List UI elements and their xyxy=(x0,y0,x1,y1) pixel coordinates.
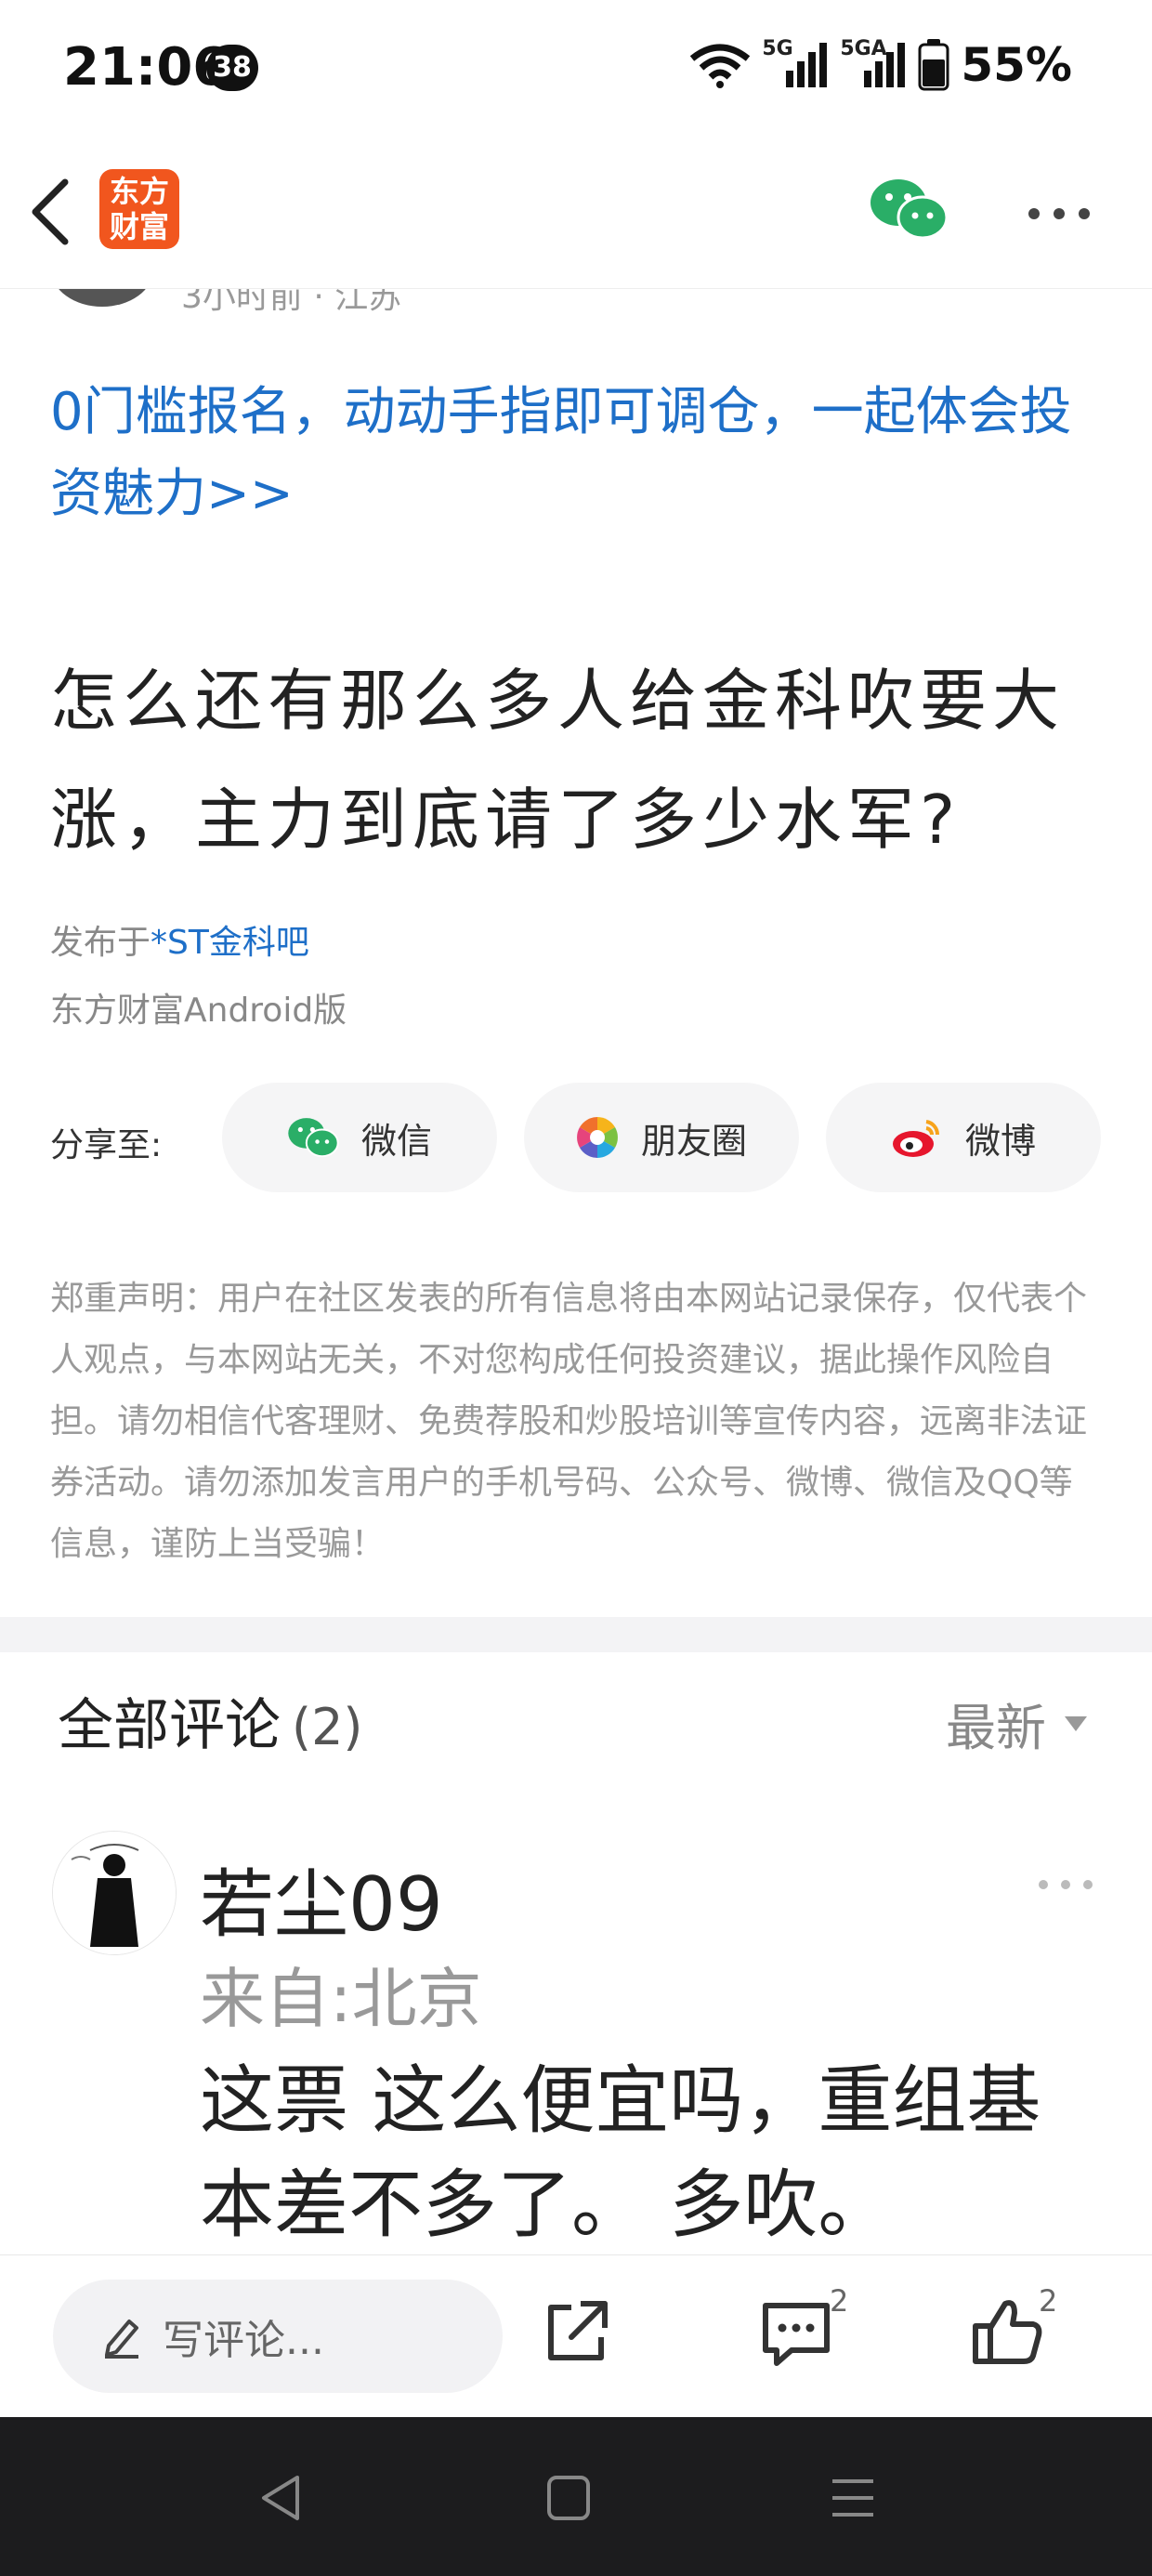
commenter-location: 来自:北京 xyxy=(200,1961,482,2037)
share-row: 分享至: 微信 朋友圈 微博 xyxy=(50,1083,1109,1194)
published-prefix: 发布于 xyxy=(50,924,151,962)
status-time: 21:06 xyxy=(63,37,229,98)
signal-5g-icon: 5G xyxy=(762,37,829,93)
bottom-action-bar: 写评论... 2 2 xyxy=(0,2254,1152,2417)
status-bar: 21:06 38 5G 5GA 55% xyxy=(0,0,1152,139)
chevron-down-icon xyxy=(1065,1715,1087,1731)
comments-count: (2) xyxy=(292,1698,363,1756)
moments-icon xyxy=(577,1117,618,1158)
battery-percentage: 55% xyxy=(961,38,1072,92)
logo-text-line1: 东方 xyxy=(109,174,169,209)
comment-sort-dropdown[interactable]: 最新 xyxy=(946,1687,1087,1760)
wechat-share-icon[interactable] xyxy=(869,177,949,242)
write-comment-placeholder: 写评论... xyxy=(163,2317,324,2364)
sort-label: 最新 xyxy=(946,1699,1046,1757)
share-wechat-button[interactable]: 微信 xyxy=(222,1083,497,1192)
disclaimer-text: 郑重声明：用户在社区发表的所有信息将由本网站记录保存，仅代表个人观点，与本网站无… xyxy=(50,1280,1088,1563)
write-comment-input[interactable]: 写评论... xyxy=(53,2280,503,2393)
thumbs-up-icon[interactable] xyxy=(966,2291,1050,2374)
signal-5ga-icon: 5GA xyxy=(840,37,907,93)
comment-more-icon[interactable] xyxy=(1036,1877,1096,1892)
app-bar: 东方 财富 xyxy=(0,139,1152,289)
system-navigation-bar xyxy=(0,2416,1152,2576)
post-title: 怎么还有那么多人给金科吹要大涨，主力到底请了多少水军? xyxy=(50,662,1066,859)
commenter-avatar[interactable] xyxy=(52,1831,177,1955)
post-source: 东方财富Android版 xyxy=(50,992,347,1030)
share-external-icon[interactable] xyxy=(534,2291,618,2374)
comments-heading-label: 全部评论 xyxy=(58,1693,281,1758)
comment-count-badge: 2 xyxy=(830,2283,849,2319)
nav-home-icon[interactable] xyxy=(545,2472,592,2524)
battery-icon xyxy=(918,39,949,91)
eastmoney-logo[interactable]: 东方 财富 xyxy=(99,169,179,249)
promo-link[interactable]: 0门槛报名，动动手指即可调仓，一起体会投资魅力>> xyxy=(50,372,1119,535)
comment-text: 这票 这么便宜吗，重组基本差不多了。 多吹。 xyxy=(200,2057,1041,2248)
back-arrow-icon[interactable] xyxy=(24,175,80,249)
more-options-icon[interactable] xyxy=(1027,204,1092,223)
published-in: 发布于*ST金科吧 xyxy=(50,915,309,964)
bar-link[interactable]: *ST金科吧 xyxy=(151,924,309,962)
share-weibo-label: 微博 xyxy=(964,1120,1036,1162)
wifi-icon xyxy=(690,44,751,88)
comments-heading: 全部评论 (2) xyxy=(58,1680,363,1761)
notification-count-badge: 38 xyxy=(206,45,258,91)
weibo-icon xyxy=(892,1120,939,1157)
like-count-badge: 2 xyxy=(1039,2283,1058,2319)
commenter-name[interactable]: 若尘09 xyxy=(200,1845,443,1952)
share-label: 分享至: xyxy=(50,1126,163,1164)
share-moments-button[interactable]: 朋友圈 xyxy=(524,1083,799,1192)
section-divider xyxy=(0,1617,1152,1652)
avatar-figure-icon xyxy=(53,1832,176,1954)
logo-text-line2: 财富 xyxy=(109,209,169,244)
comment-item: 若尘09 来自:北京 这票 这么便宜吗，重组基本差不多了。 多吹。 xyxy=(0,1821,1152,2258)
nav-back-icon[interactable] xyxy=(256,2472,305,2524)
comment-icon[interactable] xyxy=(754,2291,838,2374)
system-indicators: 5G 5GA 55% xyxy=(689,37,1072,93)
share-weibo-button[interactable]: 微博 xyxy=(826,1083,1101,1192)
share-moments-label: 朋友圈 xyxy=(640,1120,747,1162)
nav-menu-icon[interactable] xyxy=(829,2474,877,2522)
wechat-icon xyxy=(288,1118,339,1158)
share-wechat-label: 微信 xyxy=(360,1120,432,1162)
pencil-icon xyxy=(105,2320,138,2359)
